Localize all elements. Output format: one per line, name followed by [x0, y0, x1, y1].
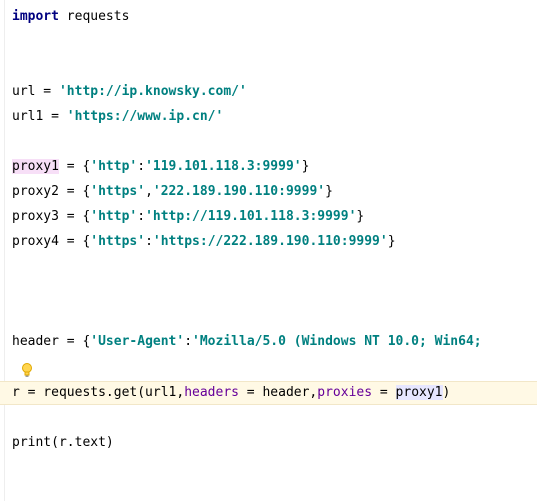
proxy2-key: 'https': [90, 184, 146, 199]
proxy4-key: 'https': [90, 234, 146, 249]
module-name: requests: [58, 9, 130, 24]
dict-separator: :: [137, 209, 146, 224]
dict-close: }: [387, 234, 396, 249]
print-statement: print(r.text): [12, 435, 114, 450]
dict-separator: :: [137, 159, 146, 174]
proxy3-key: 'http': [90, 209, 138, 224]
proxy1-variable: proxy1: [12, 159, 59, 174]
code-line-import[interactable]: import requests: [12, 7, 537, 27]
dict-open: = {: [58, 209, 91, 224]
code-line-url[interactable]: url = 'http://ip.knowsky.com/': [12, 82, 537, 102]
proxy4-value: 'https://222.189.190.110:9999': [152, 234, 388, 249]
code-line-proxy2[interactable]: proxy2 = {'https','222.189.190.110:9999'…: [12, 182, 537, 202]
proxy3-variable: proxy3: [12, 209, 59, 224]
header-key: 'User-Agent': [90, 334, 185, 349]
proxies-assign: =: [372, 385, 396, 400]
code-line-print[interactable]: print(r.text): [12, 433, 537, 453]
lightbulb-icon[interactable]: [20, 362, 34, 378]
call-close: ): [442, 385, 451, 400]
dict-open: = {: [58, 159, 91, 174]
url-string: 'http://ip.knowsky.com/': [58, 84, 247, 99]
dict-open: = {: [58, 184, 91, 199]
assign-operator: =: [35, 84, 59, 99]
dict-close: }: [356, 209, 365, 224]
dict-separator: :: [145, 234, 153, 249]
code-line-header[interactable]: header = {'User-Agent':'Mozilla/5.0 (Win…: [12, 332, 537, 352]
code-line-proxy1[interactable]: proxy1 = {'http':'119.101.118.3:9999'}: [12, 157, 537, 177]
url-variable: url: [12, 84, 36, 99]
code-line-request[interactable]: r = requests.get(url1,headers = header,p…: [12, 383, 537, 403]
dict-separator: ,: [145, 184, 153, 199]
dict-close: }: [301, 159, 310, 174]
proxy2-variable: proxy2: [12, 184, 59, 199]
proxy1-key: 'http': [90, 159, 138, 174]
proxies-param: proxies: [317, 385, 373, 400]
code-editor[interactable]: import requests url = 'http://ip.knowsky…: [0, 0, 537, 501]
proxy1-reference: proxy1: [395, 385, 443, 400]
dict-separator: :: [184, 334, 193, 349]
editor-gutter-line: [4, 0, 5, 501]
dict-open: = {: [58, 234, 91, 249]
import-keyword: import: [12, 9, 59, 24]
request-call: r = requests.get(url1,: [12, 385, 185, 400]
code-line-proxy4[interactable]: proxy4 = {'https':'https://222.189.190.1…: [12, 232, 537, 252]
proxy2-value: '222.189.190.110:9999': [152, 184, 326, 199]
proxy3-value: 'http://119.101.118.3:9999': [145, 209, 357, 224]
dict-close: }: [325, 184, 333, 199]
header-value: 'Mozilla/5.0 (Windows NT 10.0; Win64;: [192, 334, 482, 349]
code-line-url1[interactable]: url1 = 'https://www.ip.cn/': [12, 107, 537, 127]
proxy1-value: '119.101.118.3:9999': [145, 159, 302, 174]
proxy4-variable: proxy4: [12, 234, 59, 249]
dict-open: = {: [58, 334, 91, 349]
header-variable: header: [12, 334, 59, 349]
url1-string: 'https://www.ip.cn/': [66, 109, 224, 124]
headers-param: headers: [184, 385, 239, 400]
code-line-proxy3[interactable]: proxy3 = {'http':'http://119.101.118.3:9…: [12, 207, 537, 227]
assign-operator: =: [43, 109, 67, 124]
url1-variable: url1: [12, 109, 44, 124]
headers-arg: = header,: [238, 385, 318, 400]
